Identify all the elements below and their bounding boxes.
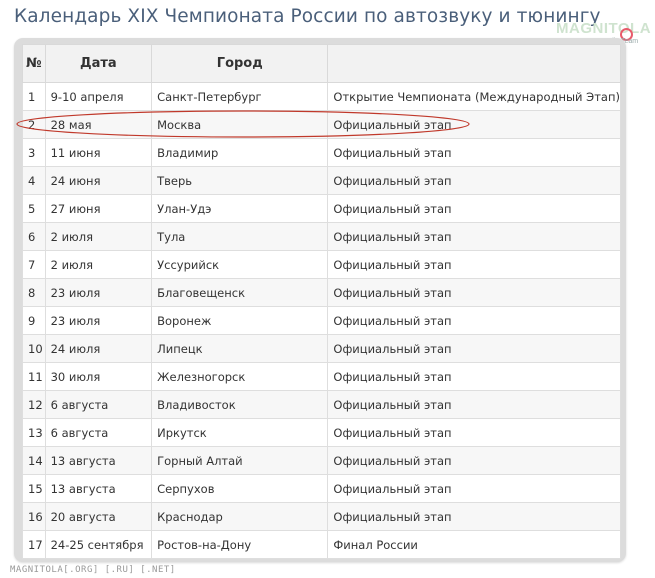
row-number: 14 [22, 446, 46, 475]
row-stage: Официальный этап [327, 222, 621, 251]
row-date: 27 июня [44, 194, 153, 223]
row-city: Ростов-на-Дону [151, 530, 329, 559]
row-stage: Официальный этап [327, 138, 621, 167]
table-row: 62 июля Тула Официальный этап [22, 222, 621, 251]
header-stage [327, 44, 621, 83]
row-stage: Официальный этап [327, 474, 621, 503]
row-city: Железногорск [151, 362, 329, 391]
table-row: 13 6 августа Иркутск Официальный этап [22, 418, 621, 447]
table-header-row: № Дата Город [22, 44, 621, 83]
table-row: 2 28 мая Москва Официальный этап [22, 110, 621, 139]
row-date: 11 июня [44, 138, 153, 167]
row-number: 2 [22, 110, 46, 139]
championship-calendar-table: № Дата Город 1 9-10 апреля Санкт-Петербург… [22, 44, 621, 559]
row-number: 11 [22, 362, 46, 391]
table-row: 12 6 августа Владивосток Официальный этап [22, 390, 621, 419]
row-number: 5 [22, 194, 46, 223]
row-number: 8 [22, 278, 46, 307]
row-stage: Официальный этап [327, 306, 621, 335]
row-date: 6 августа [44, 390, 153, 419]
row-city: Уссурийск [151, 250, 329, 279]
page-title: Календарь XIX Чемпионата России по автоз… [14, 6, 601, 27]
watermark: MAGNITOLA[.ORG] [.RU] [.NET] [10, 565, 176, 575]
row-city: Тверь [151, 166, 329, 195]
row-date: 24 июля [44, 334, 153, 363]
row-number: 7 [22, 250, 46, 279]
row-date: 24 июня [44, 166, 153, 195]
table-row: 15 13 августа Серпухов Официальный этап [22, 474, 621, 503]
table-row: 4 24 июня Тверь Официальный этап [22, 166, 621, 195]
row-date: 20 августа [44, 502, 153, 531]
row-city: Санкт-Петербург [151, 82, 329, 111]
row-stage: Официальный этап [327, 390, 621, 419]
row-stage: Официальный этап [327, 334, 621, 363]
row-date: 30 июля [44, 362, 153, 391]
header-date: Дата [44, 44, 153, 83]
row-number: 4 [22, 166, 46, 195]
row-date: 28 мая [44, 110, 153, 139]
row-stage: Официальный этап [327, 418, 621, 447]
table-row: 8 23 июля Благовещенск Официальный этап [22, 278, 621, 307]
row-stage: Официальный этап [327, 110, 621, 139]
table-row: 3 11 июня Владимир Официальный этап [22, 138, 621, 167]
table-row: 11 30 июля Железногорск Официальный этап [22, 362, 621, 391]
row-date: 13 августа [44, 474, 153, 503]
row-number: 9 [22, 306, 46, 335]
row-date: 13 августа [44, 446, 153, 475]
row-stage: Официальный этап [327, 362, 621, 391]
header-number: № [22, 44, 46, 83]
row-city: Краснодар [151, 502, 329, 531]
row-number: 15 [22, 474, 46, 503]
row-number: 13 [22, 418, 46, 447]
row-city: Улан-Удэ [151, 194, 329, 223]
row-date: 9-10 апреля [44, 82, 153, 111]
row-number: 1 [22, 82, 46, 111]
table-row: 10 24 июля Липецк Официальный этап [22, 334, 621, 363]
table-row: 14 13 августа Горный Алтай Официальный этап [22, 446, 621, 475]
row-stage: Финал России [327, 530, 621, 559]
table-row: 9 23 июля Воронеж Официальный этап [22, 306, 621, 335]
row-stage: Официальный этап [327, 194, 621, 223]
table-row: 72 июля Уссурийск Официальный этап [22, 250, 621, 279]
row-date: 23 июля [44, 278, 153, 307]
row-date: 23 июля [44, 306, 153, 335]
row-date: 2 июля [44, 222, 153, 251]
row-city: Иркутск [151, 418, 329, 447]
row-number: 10 [22, 334, 46, 363]
row-number: 12 [22, 390, 46, 419]
row-date: 2 июля [44, 250, 153, 279]
row-number: 16 [22, 502, 46, 531]
table-row: 1 9-10 апреля Санкт-Петербург Открытие Чемп… [22, 82, 621, 111]
row-stage: Официальный этап [327, 502, 621, 531]
row-city: Липецк [151, 334, 329, 363]
row-stage: Официальный этап [327, 250, 621, 279]
table-row: 16 20 августа Краснодар Официальный этап [22, 502, 621, 531]
row-stage: Официальный этап [327, 166, 621, 195]
row-city: Горный Алтай [151, 446, 329, 475]
row-city: Воронеж [151, 306, 329, 335]
row-number: 6 [22, 222, 46, 251]
row-city: Владимир [151, 138, 329, 167]
row-number: 17 [22, 530, 46, 559]
row-city: Тула [151, 222, 329, 251]
row-number: 3 [22, 138, 46, 167]
logo-text: MAGNITOLA [556, 20, 652, 37]
row-city: Серпухов [151, 474, 329, 503]
row-city: Москва [151, 110, 329, 139]
header-city: Город [151, 44, 329, 83]
row-stage: Официальный этап [327, 278, 621, 307]
row-city: Владивосток [151, 390, 329, 419]
row-stage: Официальный этап [327, 446, 621, 475]
row-stage: Открытие Чемпионата (Международный Этап) [327, 82, 621, 111]
table-row: 17 24-25 сентября Ростов-на-Дону Финал Росс… [22, 530, 621, 559]
row-date: 24-25 сентября [44, 530, 153, 559]
row-date: 6 августа [44, 418, 153, 447]
table-row: 5 27 июня Улан-Удэ Официальный этап [22, 194, 621, 223]
row-city: Благовещенск [151, 278, 329, 307]
